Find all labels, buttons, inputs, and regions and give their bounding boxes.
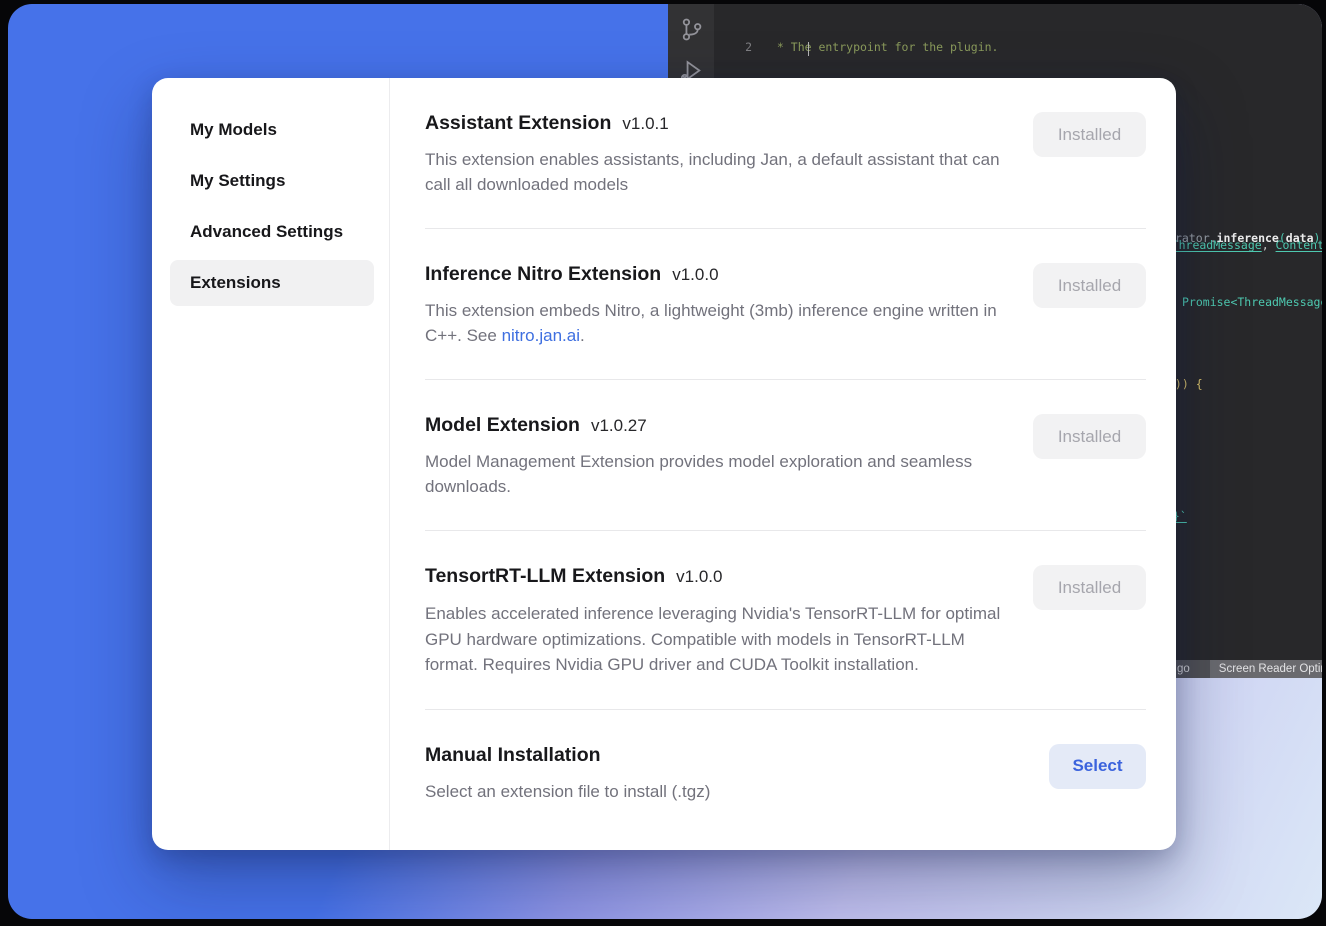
code-text: * The entrypoint for the plugin.	[752, 39, 998, 56]
desktop-background: 2 * The entrypoint for the plugin. 3 */ …	[8, 4, 1322, 919]
sidebar-item-my-models[interactable]: My Models	[170, 107, 374, 153]
extension-description: This extension enables assistants, inclu…	[425, 148, 1010, 197]
extension-description: This extension embeds Nitro, a lightweig…	[425, 299, 1010, 348]
extension-row-tensorrt: TensortRT-LLM Extension v1.0.0 Enables a…	[425, 531, 1146, 710]
extension-title: TensortRT-LLM Extension	[425, 565, 665, 588]
extension-version: v1.0.27	[591, 416, 647, 436]
extension-title: Assistant Extension	[425, 112, 611, 135]
nitro-jan-ai-link[interactable]: nitro.jan.ai	[502, 326, 580, 345]
sidebar-item-extensions[interactable]: Extensions	[170, 260, 374, 306]
line-number: 2	[714, 39, 752, 56]
installed-button[interactable]: Installed	[1033, 112, 1146, 157]
extension-title: Model Extension	[425, 414, 580, 437]
manual-installation-row: Manual Installation Select an extension …	[425, 710, 1146, 836]
code-line: 2 * The entrypoint for the plugin.	[714, 39, 1322, 56]
extension-row-nitro: Inference Nitro Extension v1.0.0 This ex…	[425, 229, 1146, 380]
extension-version: v1.0.1	[622, 114, 668, 134]
settings-panel: My Models My Settings Advanced Settings …	[152, 78, 1176, 850]
extension-row-model: Model Extension v1.0.27 Model Management…	[425, 380, 1146, 531]
status-bar-text: go	[1177, 663, 1190, 675]
select-file-button[interactable]: Select	[1049, 744, 1146, 789]
text-cursor	[808, 42, 809, 56]
source-control-icon[interactable]	[678, 16, 705, 43]
installed-button[interactable]: Installed	[1033, 565, 1146, 610]
extension-row-assistant: Assistant Extension v1.0.1 This extensio…	[425, 78, 1146, 229]
extension-version: v1.0.0	[676, 567, 722, 587]
extension-description: Enables accelerated inference leveraging…	[425, 601, 1010, 678]
manual-installation-title: Manual Installation	[425, 744, 601, 767]
screen-reader-status-item[interactable]: Screen Reader Optimize	[1210, 660, 1322, 678]
sidebar-item-my-settings[interactable]: My Settings	[170, 158, 374, 204]
extensions-list: Assistant Extension v1.0.1 This extensio…	[390, 78, 1176, 850]
extension-title: Inference Nitro Extension	[425, 263, 661, 286]
code-fragment: rator.inference(data));	[1175, 231, 1322, 245]
manual-installation-description: Select an extension file to install (.tg…	[425, 780, 710, 805]
sidebar-item-advanced-settings[interactable]: Advanced Settings	[170, 209, 374, 255]
installed-button[interactable]: Installed	[1033, 414, 1146, 459]
description-text: .	[580, 326, 585, 345]
settings-sidebar: My Models My Settings Advanced Settings …	[152, 78, 390, 850]
code-fragment: Promise<ThreadMessage>	[1182, 295, 1322, 309]
screenshot-stage: 2 * The entrypoint for the plugin. 3 */ …	[0, 0, 1326, 926]
extension-description: Model Management Extension provides mode…	[425, 450, 1010, 499]
installed-button[interactable]: Installed	[1033, 263, 1146, 308]
extension-version: v1.0.0	[672, 265, 718, 285]
